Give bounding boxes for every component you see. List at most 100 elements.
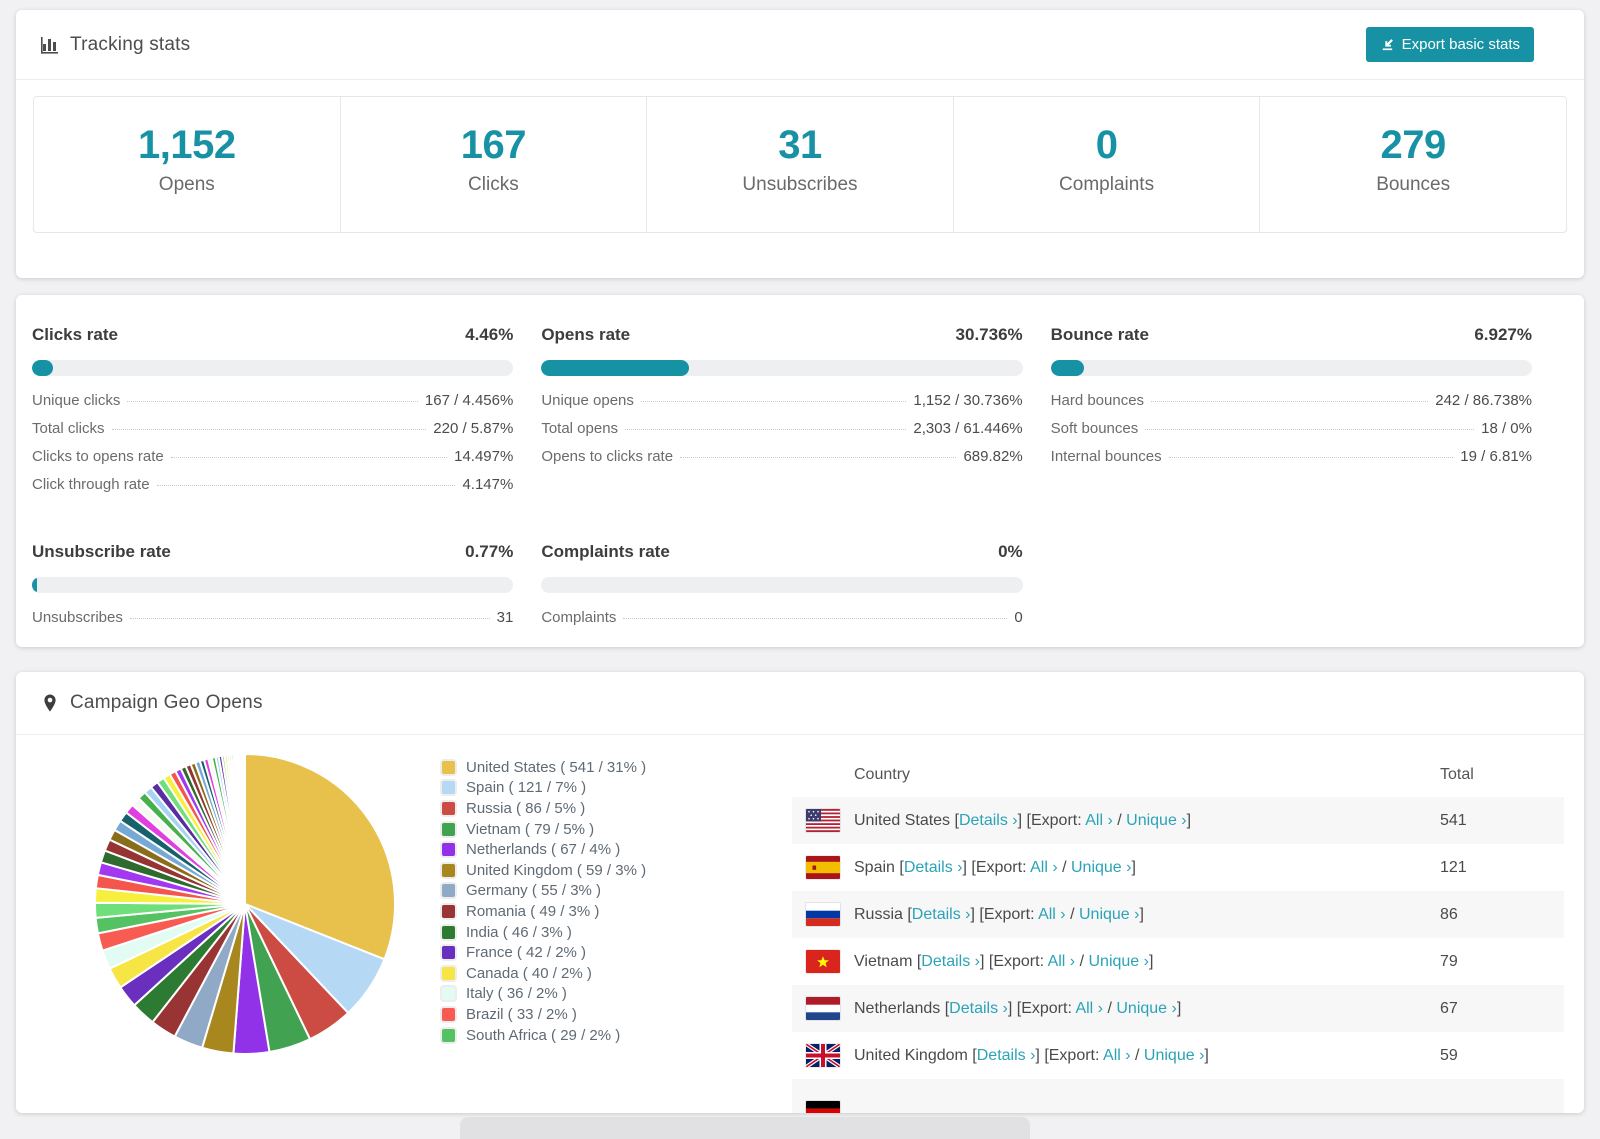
rate-rows: Unique clicks 167 / 4.456% Total clicks 220… [32, 392, 513, 504]
es-flag-icon [805, 855, 841, 880]
flag-cell [805, 949, 854, 974]
rate-rows: Complaints 0 [541, 609, 1022, 637]
legend-item-brazil: Brazil ( 33 / 2% ) [442, 1004, 742, 1025]
legend-item-netherlands: Netherlands ( 67 / 4% ) [442, 839, 742, 860]
rate-panel-value: 4.46% [465, 325, 514, 344]
flag-cell [805, 808, 854, 833]
pie-slice-other[interactable] [243, 752, 246, 905]
details-link[interactable]: Details › [921, 953, 980, 970]
bracket-text: ] [1148, 952, 1154, 970]
export-all-link[interactable]: All › [1038, 906, 1066, 923]
rate-panel-head: Complaints rate 0% [541, 542, 1022, 562]
export-unique-link[interactable]: Unique › [1088, 953, 1148, 970]
rate-row: Click through rate 4.147% [32, 476, 513, 504]
export-all-link[interactable]: All › [1085, 812, 1113, 829]
rate-row-value: 19 / 6.81% [1460, 448, 1532, 465]
details-link[interactable]: Details › [959, 812, 1018, 829]
rate-panel-bounce-rate: Bounce rate 6.927% Hard bounces 242 / 86.73… [1050, 325, 1532, 504]
rate-row-label: Complaints [541, 609, 617, 626]
progress-bar [32, 360, 514, 376]
legend-swatch [442, 822, 455, 836]
export-unique-link[interactable]: Unique › [1144, 1047, 1204, 1064]
flag-cell [805, 996, 854, 1021]
rate-panel-clicks-rate: Clicks rate 4.46% Unique clicks 167 / 4.456… [32, 325, 514, 504]
stat-value: 167 [460, 123, 527, 167]
rate-rows: Unique opens 1,152 / 30.736% Total opens 2,… [541, 392, 1022, 476]
export-all-link[interactable]: All › [1048, 953, 1076, 970]
legend-swatch [442, 843, 455, 857]
rate-row-value: 0 [1014, 609, 1023, 626]
legend-swatch [442, 946, 455, 960]
details-link[interactable]: Details › [904, 859, 963, 876]
details-link[interactable]: Details › [977, 1047, 1036, 1064]
country-row-netherlands: Netherlands [Details ›] [Export: All › /… [792, 985, 1564, 1032]
flag-cell [805, 1079, 854, 1113]
export-all-link[interactable]: All › [1103, 1047, 1131, 1064]
rate-row-value: 167 / 4.456% [424, 392, 514, 409]
bracket-text: ] [Export: [1007, 999, 1076, 1017]
legend-label: Romania ( 49 / 3% ) [466, 902, 600, 920]
rate-row-value: 18 / 0% [1481, 420, 1532, 437]
export-all-link[interactable]: All › [1075, 1000, 1103, 1017]
dotted-leader [1168, 457, 1454, 458]
country-row-spain: Spain [Details ›] [Export: All › / Uniqu… [792, 844, 1564, 891]
legend-swatch [442, 966, 455, 980]
legend-item-italy: Italy ( 36 / 2% ) [442, 984, 742, 1005]
slash-text: / [1057, 858, 1071, 876]
legend-label: India ( 46 / 3% ) [466, 923, 572, 941]
legend-label: Spain ( 121 / 7% ) [466, 779, 587, 797]
rate-row-value: 4.147% [462, 476, 514, 493]
country-row [792, 1079, 1564, 1113]
export-button-label: Export basic stats [1401, 36, 1520, 53]
details-link[interactable]: Details › [949, 1000, 1008, 1017]
progress-bar-fill [32, 577, 37, 593]
legend-item-united-states: United States ( 541 / 31% ) [442, 757, 742, 778]
legend-swatch [442, 884, 455, 898]
stat-card-unsubscribes: 31 Unsubscribes [647, 97, 954, 232]
bracket-text: ] [1131, 858, 1136, 876]
rate-panel-title: Opens rate [541, 325, 631, 344]
rate-panel-value: 0.77% [465, 542, 514, 561]
legend-swatch [442, 1007, 455, 1021]
vn-flag-icon [805, 949, 841, 974]
dotted-leader [1145, 429, 1475, 430]
geo-pie-chart [90, 749, 400, 1064]
legend-item-india: India ( 46 / 3% ) [442, 922, 742, 943]
country-name: United States [ [854, 811, 959, 829]
country-row-russia: Russia [Details ›] [Export: All › / Uniq… [792, 891, 1564, 938]
country-name: Spain [ [854, 858, 904, 876]
country-column-header: Country [854, 766, 911, 783]
dotted-leader [1151, 401, 1429, 402]
details-link[interactable]: Details › [912, 906, 971, 923]
rate-row: Total clicks 220 / 5.87% [32, 420, 513, 448]
country-cell: Vietnam [Details ›] [Export: All › / Uni… [854, 953, 1424, 971]
rate-row: Unsubscribes 31 [32, 609, 513, 637]
ru-flag-icon [805, 902, 841, 927]
rate-row-value: 220 / 5.87% [433, 420, 514, 437]
flag-cell [805, 902, 854, 927]
rate-rows: Unsubscribes 31 [32, 609, 513, 637]
legend-item-russia: Russia ( 86 / 5% ) [442, 798, 742, 819]
stat-card-opens: 1,152 Opens [34, 97, 341, 232]
export-all-link[interactable]: All › [1030, 859, 1058, 876]
legend-swatch [442, 925, 455, 939]
stat-label: Opens [158, 174, 215, 195]
rate-row-label: Clicks to opens rate [32, 448, 164, 465]
rate-panel-opens-rate: Opens rate 30.736% Unique opens 1,152 / 30.… [541, 325, 1023, 504]
slash-text: / [1065, 905, 1079, 923]
export-unique-link[interactable]: Unique › [1071, 859, 1131, 876]
country-cell: United Kingdom [Details ›] [Export: All … [854, 1047, 1424, 1065]
export-basic-stats-button[interactable]: Export basic stats [1365, 27, 1534, 62]
export-unique-link[interactable]: Unique › [1079, 906, 1139, 923]
tracking-stats-card: Tracking stats Export basic stats 1,152 O… [16, 10, 1584, 278]
export-unique-link[interactable]: Unique › [1126, 812, 1186, 829]
total-cell: 67 [1440, 999, 1458, 1017]
rates-grid: Clicks rate 4.46% Unique clicks 167 / 4.456… [32, 325, 1532, 637]
rate-panel-value: 30.736% [955, 325, 1023, 344]
rate-row: Unique clicks 167 / 4.456% [32, 392, 513, 420]
rate-row-label: Click through rate [32, 476, 150, 493]
export-unique-link[interactable]: Unique › [1116, 1000, 1176, 1017]
nl-flag-icon [805, 996, 841, 1021]
geo-legend: United States ( 541 / 31% ) Spain ( 121 /… [442, 757, 742, 1045]
legend-swatch [442, 904, 455, 918]
